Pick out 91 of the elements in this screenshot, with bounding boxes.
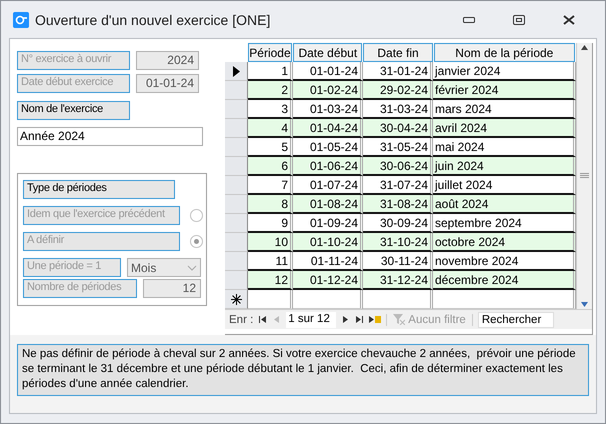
table-cell[interactable]: [293, 290, 363, 309]
group-title: Type de périodes: [23, 180, 175, 199]
table-cell: 31-08-24: [363, 195, 433, 214]
table-cell: mars 2024: [433, 100, 576, 119]
table-cell: 01-02-24: [293, 81, 363, 100]
table-cell: 01-08-24: [293, 195, 363, 214]
note-text: Ne pas définir de période à cheval sur 2 années. Si votre exercice chevauche 2 années, prévoir une période se terminant le 31 décembre et une période débutant le 1 janvier. Ceci, afin de déterminer exactement les périodes d'une année calendrier.: [17, 344, 589, 396]
restore-icon[interactable]: [513, 14, 525, 24]
row-selector[interactable]: [225, 290, 248, 309]
table-cell: 01-10-24: [293, 233, 363, 252]
window-title: Ouverture d'un nouvel exercice [ONE]: [35, 12, 272, 28]
field-label: Nom de l'exercice: [17, 101, 130, 120]
field-value: 2024: [136, 51, 199, 70]
table-cell: juillet 2024: [433, 176, 576, 195]
table-cell: 10: [248, 233, 293, 252]
option-label: A définir: [23, 232, 180, 251]
table-cell: mai 2024: [433, 138, 576, 157]
current-row-icon: [232, 66, 240, 76]
row-selector[interactable]: [225, 62, 248, 81]
table-cell: 01-07-24: [293, 176, 363, 195]
table-cell: 30-04-24: [363, 119, 433, 138]
table-cell: 3: [248, 100, 293, 119]
search-field[interactable]: Rechercher: [478, 312, 554, 328]
table-cell: 31-01-24: [363, 62, 433, 81]
table-cell: 01-03-24: [293, 100, 363, 119]
field-value: 01-01-24: [136, 74, 199, 93]
table-cell: 12: [248, 271, 293, 290]
filter-icon: [393, 314, 406, 325]
column-header[interactable]: Nom de la période: [434, 43, 575, 62]
table-cell: février 2024: [433, 81, 576, 100]
record-label: Enr :: [229, 314, 254, 326]
column-header[interactable]: Date fin: [363, 43, 433, 62]
table-cell: 11: [248, 252, 293, 271]
table-cell: 2: [248, 81, 293, 100]
table-cell: août 2024: [433, 195, 576, 214]
table-cell: 6: [248, 157, 293, 176]
table-cell: septembre 2024: [433, 214, 576, 233]
close-icon[interactable]: [563, 14, 575, 24]
table-cell: 4: [248, 119, 293, 138]
table-cell: octobre 2024: [433, 233, 576, 252]
table-cell: 30-06-24: [363, 157, 433, 176]
table-cell: 01-04-24: [293, 119, 363, 138]
table-cell[interactable]: [363, 290, 433, 309]
table-cell: 01-09-24: [293, 214, 363, 233]
input-field[interactable]: Année 2024: [17, 127, 203, 146]
column-header[interactable]: Date début: [293, 43, 362, 62]
table-cell: avril 2024: [433, 119, 576, 138]
field-label: N° exercice à ouvrir: [17, 51, 130, 70]
asterisk-icon: [230, 294, 242, 304]
table-cell: 01-12-24: [293, 271, 363, 290]
table-cell: 9: [248, 214, 293, 233]
table-cell: 31-12-24: [363, 271, 433, 290]
table-cell: 1: [248, 62, 293, 81]
table-cell: 01-06-24: [293, 157, 363, 176]
chevron-icon: [187, 264, 197, 270]
table-cell: 31-05-24: [363, 138, 433, 157]
table-cell[interactable]: [248, 290, 293, 309]
table-cell: décembre 2024: [433, 271, 576, 290]
table-cell: novembre 2024: [433, 252, 576, 271]
next-record-icon[interactable]: [341, 315, 350, 324]
table-cell: 31-03-24: [363, 100, 433, 119]
table-cell: 5: [248, 138, 293, 157]
field-label: Nombre de périodes: [23, 279, 137, 298]
record-position[interactable]: 1 sur 12: [286, 312, 336, 328]
table-cell: janvier 2024: [433, 62, 576, 81]
table-cell: 01-05-24: [293, 138, 363, 157]
option-label: Idem que l'exercice précédent: [23, 206, 180, 225]
grip-icon[interactable]: [580, 173, 589, 179]
table-cell: 01-01-24: [293, 62, 363, 81]
minimize-icon[interactable]: [463, 16, 475, 22]
table-cell[interactable]: [433, 290, 576, 309]
column-header[interactable]: Période: [248, 43, 292, 62]
field-label: Date début exercice: [17, 74, 130, 93]
first-record-icon[interactable]: [258, 315, 268, 324]
table-cell: 7: [248, 176, 293, 195]
scrollbar[interactable]: [576, 43, 592, 309]
previous-record-icon[interactable]: [272, 315, 282, 324]
table-cell: 31-10-24: [363, 233, 433, 252]
table-cell: 01-11-24: [293, 252, 363, 271]
app-icon: [13, 12, 29, 28]
field-value: 12: [143, 279, 201, 298]
table-cell: juin 2024: [433, 157, 576, 176]
table-cell: 29-02-24: [363, 81, 433, 100]
field-label: Une période = 1: [23, 258, 121, 277]
new-record-icon[interactable]: [369, 315, 382, 324]
table-cell: 30-11-24: [363, 252, 433, 271]
table-cell: 31-07-24: [363, 176, 433, 195]
table-cell: 30-09-24: [363, 214, 433, 233]
scroll-up-icon[interactable]: [580, 43, 589, 52]
table-cell: 8: [248, 195, 293, 214]
last-record-icon[interactable]: [355, 315, 364, 324]
